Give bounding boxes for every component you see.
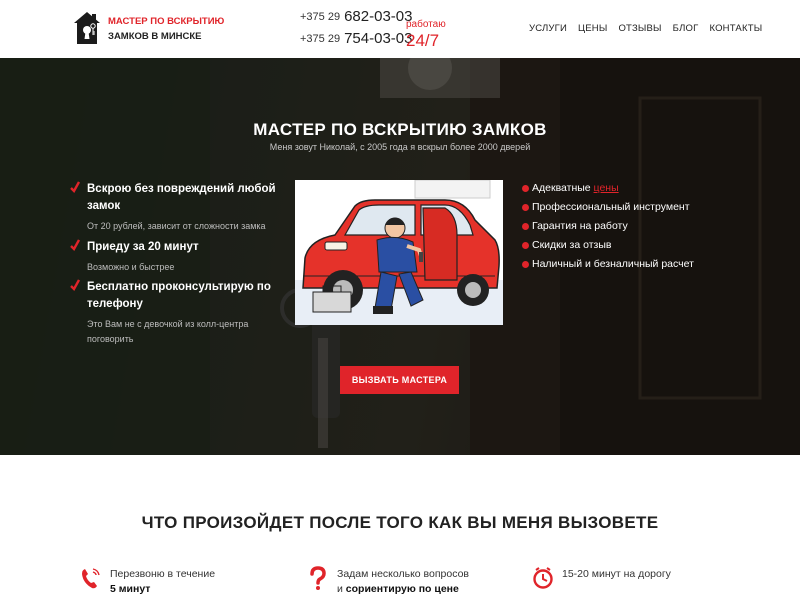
- house-lock-logo-icon[interactable]: [72, 10, 102, 46]
- phone-list: +375 29 682-03-03 +375 29 754-03-03: [300, 8, 412, 52]
- nav-reviews[interactable]: ОТЗЫВЫ: [618, 23, 661, 34]
- bullet-dot-icon: [522, 223, 529, 230]
- clock-icon: [533, 567, 553, 589]
- benefit-item-prices: Адекватные цены: [522, 182, 752, 196]
- feature-item-consultation: Бесплатно проконсультирую по телефону Эт…: [70, 279, 280, 347]
- bullet-dot-icon: [522, 261, 529, 268]
- prices-link[interactable]: цены: [594, 182, 619, 194]
- benefit-item-guarantee: Гарантия на работу: [522, 220, 752, 234]
- feature-item-no-damage: Вскрою без повреждений любой замок От 20…: [70, 181, 280, 234]
- benefit-item-tools: Профессиональный инструмент: [522, 201, 752, 215]
- phone-number: 682-03-03: [344, 8, 413, 26]
- work-hours: работаю 24/7: [406, 19, 446, 51]
- feature-subtext: Это Вам не с девочкой из колл-центра пог…: [87, 319, 249, 344]
- feature-title: Вскрою без повреждений любой замок: [87, 183, 276, 212]
- benefit-text-prefix: Адекватные: [532, 182, 594, 194]
- step-line-1: Задам несколько вопросов: [337, 568, 470, 580]
- checkmark-icon: [70, 181, 80, 193]
- phone-icon: [82, 568, 100, 589]
- phone-code: +375 29: [300, 32, 341, 45]
- checkmark-icon: [70, 239, 80, 251]
- work-hours-value: 24/7: [406, 31, 440, 50]
- bullet-dot-icon: [522, 204, 529, 211]
- step-line-2: сориентирую по цене: [345, 583, 459, 595]
- logo-line-1: МАСТЕР ПО ВСКРЫТИЮ: [108, 16, 225, 27]
- phone-number: 754-03-03: [344, 30, 413, 48]
- step-text: Перезвоню в течение 5 минут: [110, 567, 215, 597]
- hero-section: МАСТЕР ПО ВСКРЫТИЮ ЗАМКОВ Меня зовут Ник…: [0, 58, 800, 455]
- work-hours-label: работаю: [406, 19, 446, 30]
- question-icon: [310, 566, 326, 590]
- locksmith-car-illustration: [295, 180, 503, 325]
- feature-subtext: От 20 рублей, зависит от сложности замка: [87, 221, 266, 231]
- step-text: Задам несколько вопросов и сориентирую по…: [337, 567, 469, 597]
- logo-text[interactable]: МАСТЕР ПО ВСКРЫТИЮ ЗАМКОВ В МИНСКЕ: [108, 14, 224, 44]
- benefit-text: Профессиональный инструмент: [532, 201, 690, 213]
- checkmark-icon: [70, 279, 80, 291]
- logo-line-2: ЗАМКОВ В МИНСКЕ: [108, 31, 202, 42]
- feature-title: Приеду за 20 минут: [87, 241, 199, 253]
- benefit-text: Скидки за отзыв: [532, 239, 612, 251]
- nav-prices[interactable]: ЦЕНЫ: [578, 23, 607, 34]
- main-nav: УСЛУГИ ЦЕНЫ ОТЗЫВЫ БЛОГ КОНТАКТЫ: [529, 23, 773, 34]
- phone-code: +375 29: [300, 10, 341, 23]
- after-call-title: ЧТО ПРОИЗОЙДЕТ ПОСЛЕ ТОГО КАК ВЫ МЕНЯ ВЫ…: [141, 513, 659, 532]
- benefit-text: Адекватные цены: [532, 182, 619, 194]
- hero-subtitle: Меня зовут Николай, с 2005 года я вскрыл…: [269, 142, 531, 152]
- step-text: 15-20 минут на дорогу: [562, 568, 671, 580]
- feature-title: Бесплатно проконсультирую по телефону: [87, 281, 271, 310]
- feature-subtext: Возможно и быстрее: [87, 262, 175, 272]
- nav-services[interactable]: УСЛУГИ: [529, 23, 567, 34]
- bullet-dot-icon: [522, 185, 529, 192]
- benefit-text: Наличный и безналичный расчет: [532, 258, 694, 270]
- benefit-text: Гарантия на работу: [532, 220, 628, 232]
- step-line-2: 5 минут: [110, 583, 151, 595]
- nav-contacts[interactable]: КОНТАКТЫ: [709, 23, 762, 34]
- site-header: МАСТЕР ПО ВСКРЫТИЮ ЗАМКОВ В МИНСКЕ +375 …: [0, 0, 800, 58]
- nav-blog[interactable]: БЛОГ: [673, 23, 699, 34]
- benefit-item-discount: Скидки за отзыв: [522, 239, 752, 253]
- call-master-button[interactable]: ВЫЗВАТЬ МАСТЕРА: [340, 366, 459, 394]
- benefit-item-payment: Наличный и безналичный расчет: [522, 258, 752, 272]
- phone-link-1[interactable]: +375 29 682-03-03: [300, 8, 412, 30]
- hero-title: МАСТЕР ПО ВСКРЫТИЮ ЗАМКОВ: [253, 120, 547, 139]
- bullet-dot-icon: [522, 242, 529, 249]
- step-line-2-prefix: и: [337, 583, 346, 595]
- feature-item-arrival: Приеду за 20 минут Возможно и быстрее: [70, 239, 280, 275]
- step-line-1: Перезвоню в течение: [110, 568, 216, 580]
- phone-link-2[interactable]: +375 29 754-03-03: [300, 30, 412, 52]
